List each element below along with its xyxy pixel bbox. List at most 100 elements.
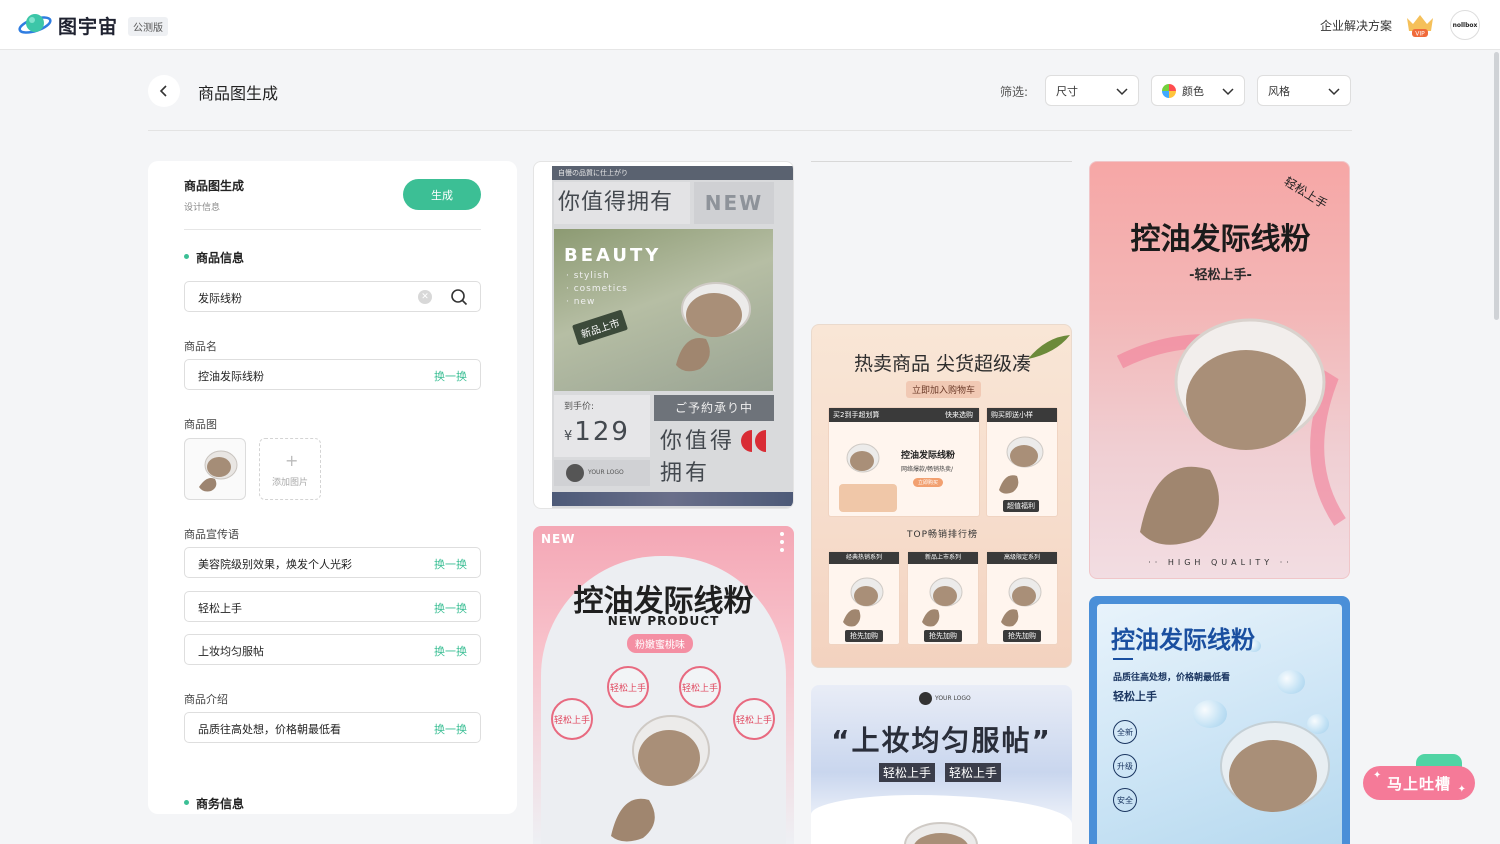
- generate-button[interactable]: 生成: [403, 179, 481, 210]
- series-card: 新品上市系列 抢先加购: [907, 551, 979, 645]
- logo-seal-icon: [919, 692, 932, 705]
- search-icon[interactable]: [450, 288, 468, 306]
- swap-button[interactable]: 换一换: [434, 556, 467, 572]
- powder-jar-image: [199, 450, 238, 492]
- flavor-badge: 粉嫩蜜桃味: [627, 634, 693, 653]
- swap-button[interactable]: 换一换: [434, 600, 467, 616]
- add-image-label: 添加图片: [271, 478, 308, 488]
- powder-jar-image: [676, 282, 751, 372]
- pre-order-button: 抢先加购: [924, 630, 962, 642]
- product-name-field[interactable]: 控油发际线粉 换一换: [184, 359, 481, 390]
- chevron-left-icon: [159, 85, 167, 97]
- color-filter-label: 颜色: [1182, 84, 1204, 98]
- template-card-6[interactable]: 控油发际线粉 品质往高处想，价格朝最低看 轻松上手 全新 升级 安全: [1089, 596, 1350, 844]
- sparkle-icon: ✦: [1373, 770, 1383, 781]
- add-image-button[interactable]: + 添加图片: [259, 438, 321, 500]
- headline-text: 你值得拥有: [554, 182, 690, 224]
- promo-box: 买2到手超划算 快来选购 控油发际线粉 网络爆款/畅销热卖/ 立即购买: [828, 407, 980, 517]
- slogan-value: 美容院级别效果，焕发个人光彩: [198, 558, 352, 571]
- brand-logo: YOUR LOGO: [919, 692, 971, 705]
- slogan-value: 轻松上手: [198, 602, 242, 615]
- panel-subtitle: 设计信息: [184, 203, 221, 213]
- page-scrollbar[interactable]: [1494, 52, 1499, 320]
- size-filter-dropdown[interactable]: 尺寸: [1045, 75, 1139, 106]
- product-image-thumbnail[interactable]: [184, 438, 246, 500]
- design-form-panel: 商品图生成 设计信息 生成 商品信息 发际线粉 ✕ 商品名 控油发际线粉 换一换…: [148, 161, 517, 814]
- quote-title: “上妆均匀服帖”: [831, 724, 1052, 757]
- enterprise-solutions-link[interactable]: 企业解决方案: [1320, 17, 1392, 34]
- price-box: 到手价: ¥129: [554, 395, 650, 457]
- user-avatar[interactable]: nollbox: [1450, 10, 1480, 40]
- clear-icon[interactable]: ✕: [418, 290, 432, 304]
- feature-badge: 全新: [1113, 720, 1137, 744]
- back-button[interactable]: [148, 75, 180, 107]
- color-filter-dropdown[interactable]: 颜色: [1151, 75, 1245, 106]
- stamp-badge: 轻松上手: [733, 698, 775, 740]
- price-number: 129: [574, 417, 630, 447]
- price-value: ¥129: [564, 417, 630, 447]
- swap-button[interactable]: 换一换: [434, 643, 467, 659]
- logo-text: YOUR LOGO: [588, 469, 624, 476]
- slogan-field-1[interactable]: 美容院级别效果，焕发个人光彩 换一换: [184, 547, 481, 578]
- product-image-label: 商品图: [184, 418, 217, 431]
- template-card-5[interactable]: 轻松上手 控油发际线粉 -轻松上手- ·· HIGH QUALITY ··: [1089, 161, 1350, 579]
- card-title: 控油发际线粉: [1111, 626, 1255, 654]
- bottom-strip: [552, 492, 793, 506]
- new-text: NEW: [694, 182, 774, 224]
- size-filter-label: 尺寸: [1056, 84, 1078, 98]
- swap-button[interactable]: 换一换: [434, 721, 467, 737]
- slogan-field-2[interactable]: 轻松上手 换一换: [184, 591, 481, 622]
- swap-button[interactable]: 换一换: [434, 368, 467, 384]
- sparkle-icon: ✦: [1457, 784, 1467, 795]
- price-label: 到手价:: [564, 402, 595, 412]
- template-card-4[interactable]: YOUR LOGO “上妆均匀服帖” 轻松上手 轻松上手: [811, 685, 1072, 844]
- template-card-1[interactable]: 自慢の品質に仕上がり 你值得拥有 NEW BEAUTY · stylish · …: [533, 161, 794, 509]
- more-options-icon[interactable]: [780, 532, 784, 556]
- feature-line: · cosmetics: [566, 284, 628, 294]
- page-title: 商品图生成: [198, 84, 279, 103]
- planet-logo-icon[interactable]: [18, 10, 52, 38]
- stamp-badge: 轻松上手: [551, 698, 593, 740]
- chevron-down-icon: [1116, 88, 1128, 96]
- intro-field[interactable]: 品质往高处想，价格朝最低看 换一换: [184, 712, 481, 743]
- brand-logo: YOUR LOGO: [554, 460, 650, 486]
- product-photo: BEAUTY · stylish · cosmetics · new 新品上市: [554, 229, 773, 391]
- template-card-3[interactable]: 热卖商品 尖货超级凑 立即加入购物车 买2到手超划算 快来选购 控油发际线粉 网…: [811, 324, 1072, 668]
- powder-jar-image: [1116, 318, 1346, 545]
- plus-icon: +: [285, 451, 299, 470]
- feature-line: · new: [566, 297, 596, 307]
- header-divider: [148, 130, 1352, 131]
- style-filter-dropdown[interactable]: 风格: [1257, 75, 1351, 106]
- product-search-input[interactable]: 发际线粉 ✕: [184, 281, 481, 312]
- product-description: 网络爆款/畅销热卖/: [901, 466, 954, 473]
- beta-badge: 公测版: [128, 17, 168, 36]
- card-title: 热卖商品 尖货超级凑: [853, 353, 1032, 375]
- new-text: NEW: [541, 532, 576, 546]
- reservation-text: ご予約承り中: [654, 395, 774, 421]
- powder-jar-image: [839, 443, 897, 512]
- intro-value: 品质往高处想，价格朝最低看: [198, 723, 341, 736]
- pre-order-button: 抢先加购: [845, 630, 883, 642]
- business-info-section: 商务信息: [184, 795, 244, 812]
- series-card: 高级限定系列 抢先加购: [986, 551, 1058, 645]
- vip-text: VIP: [1415, 31, 1425, 38]
- powder-jar-image: [1001, 577, 1042, 627]
- template-card-2[interactable]: NEW 控油发际线粉 NEW PRODUCT 粉嫩蜜桃味 轻松上手 轻松上手 轻…: [533, 526, 794, 844]
- logo-seal-icon: [566, 464, 584, 482]
- search-value: 发际线粉: [198, 292, 242, 305]
- feedback-button[interactable]: ✦ 马上吐槽 ✦: [1363, 766, 1475, 800]
- slogan-field-3[interactable]: 上妆均匀服帖 换一换: [184, 634, 481, 665]
- gift-box: 购买即送小样 超值福利: [986, 407, 1058, 517]
- panel-divider: [184, 229, 481, 230]
- logo-text[interactable]: 图宇宙: [58, 12, 118, 39]
- promo-header-right: 快来选购: [945, 411, 973, 419]
- feature-chip: 轻松上手: [945, 763, 1002, 782]
- product-info-section: 商品信息: [184, 249, 244, 266]
- filter-label: 筛选:: [1000, 85, 1029, 99]
- product-name-label: 商品名: [184, 340, 217, 353]
- vip-crown-icon[interactable]: VIP: [1404, 12, 1436, 38]
- currency-symbol: ¥: [564, 429, 575, 444]
- card-band-text: 自慢の品質に仕上がり: [552, 166, 793, 180]
- powder-jar-image: [904, 822, 978, 844]
- slogan-label: 商品宣传语: [184, 528, 239, 541]
